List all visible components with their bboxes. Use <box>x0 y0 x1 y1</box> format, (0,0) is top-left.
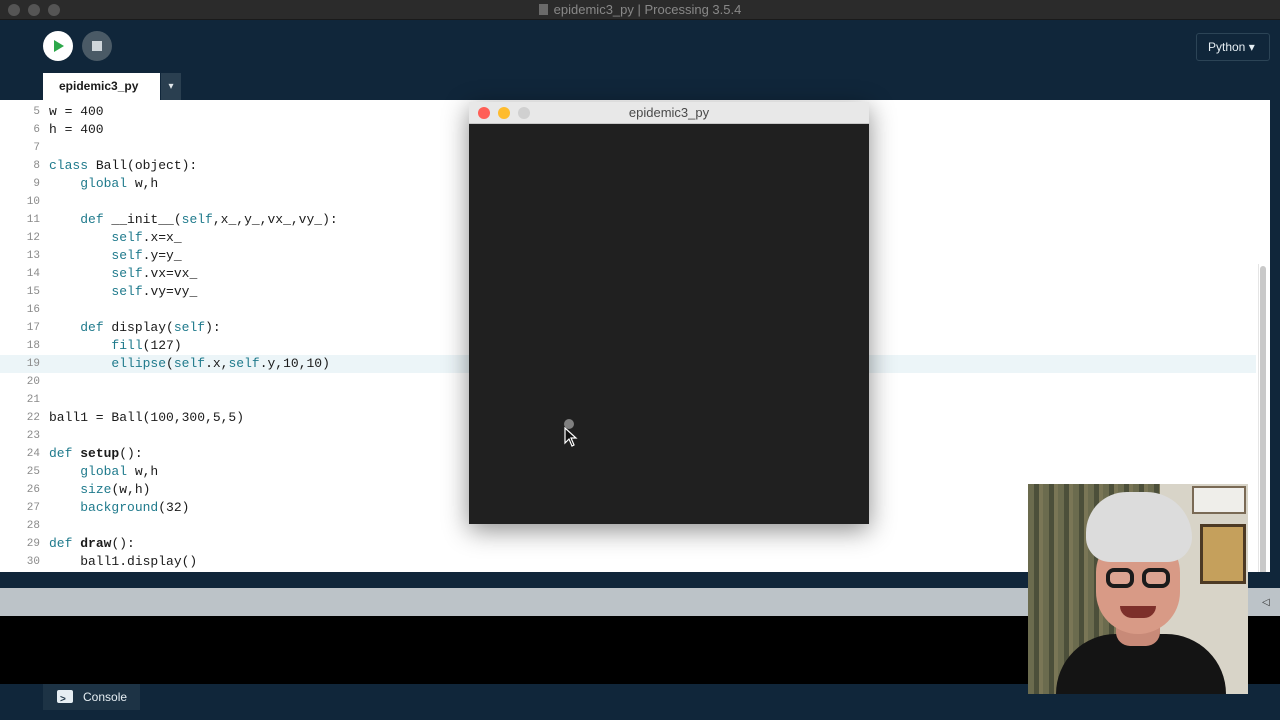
line-code: ball1 = Ball(100,300,5,5) <box>49 410 245 425</box>
line-code: ball1.display() <box>49 554 198 569</box>
line-code: global w,h <box>80 464 159 479</box>
sketch-window-title: epidemic3_py <box>628 105 710 120</box>
webcam-painting <box>1200 524 1246 584</box>
line-code: self.vx=vx_ <box>111 266 198 281</box>
line-number: 12 <box>26 232 40 244</box>
line-code: fill(127) <box>111 338 182 353</box>
line-number: 16 <box>26 304 40 316</box>
line-number: 5 <box>33 106 40 118</box>
line-code: def display(self): <box>80 320 221 335</box>
terminal-icon <box>57 687 73 713</box>
line-number: 19 <box>26 358 40 370</box>
line-code: def __init__(self,x_,y_,vx_,vy_): <box>80 212 338 227</box>
sketch-close-icon[interactable] <box>478 107 490 119</box>
line-number: 8 <box>33 160 40 172</box>
line-code: self.x=x_ <box>111 230 182 245</box>
document-icon <box>538 4 548 15</box>
line-code: def setup(): <box>49 446 143 461</box>
mode-selector[interactable]: Python ▾ <box>1196 33 1270 61</box>
line-number: 13 <box>26 250 40 262</box>
line-code: def draw(): <box>49 536 135 551</box>
processing-ide: epidemic3_py | Processing 3.5.4 Python ▾… <box>0 0 1280 720</box>
line-number: 15 <box>26 286 40 298</box>
editor-scrollbar[interactable] <box>1258 264 1266 572</box>
line-code: h = 400 <box>49 122 104 137</box>
run-button[interactable] <box>43 31 73 61</box>
window-title-text: epidemic3_py | Processing 3.5.4 <box>553 2 742 17</box>
webcam-overlay <box>1028 484 1248 694</box>
console-tab-label: Console <box>83 690 128 704</box>
line-number: 20 <box>26 376 40 388</box>
line-number: 28 <box>26 520 40 532</box>
line-code: class Ball(object): <box>49 158 198 173</box>
play-icon <box>54 40 64 52</box>
line-number: 29 <box>26 538 40 550</box>
line-code: w = 400 <box>49 104 104 119</box>
line-number: 23 <box>26 430 40 442</box>
sketch-canvas[interactable] <box>469 124 869 524</box>
window-titlebar: epidemic3_py | Processing 3.5.4 <box>0 0 1280 20</box>
sketch-window-titlebar: epidemic3_py <box>469 102 869 124</box>
line-number: 9 <box>33 178 40 190</box>
line-code: global w,h <box>80 176 159 191</box>
webcam-picture-frame <box>1192 486 1246 514</box>
line-code: self.y=y_ <box>111 248 182 263</box>
chevron-down-icon: ▾ <box>168 81 174 92</box>
line-number: 18 <box>26 340 40 352</box>
toolbar: Python ▾ <box>0 20 1280 72</box>
line-code: size(w,h) <box>80 482 151 497</box>
window-title: epidemic3_py | Processing 3.5.4 <box>0 2 1280 17</box>
line-number: 11 <box>26 214 40 226</box>
editor-scrollbar-thumb[interactable] <box>1260 266 1266 572</box>
sketch-zoom-icon <box>518 107 530 119</box>
line-number: 14 <box>26 268 40 280</box>
mouse-cursor-icon <box>564 427 578 447</box>
line-number: 21 <box>26 394 40 406</box>
line-number: 26 <box>26 484 40 496</box>
line-number: 30 <box>26 556 40 568</box>
presenter-glasses <box>1106 568 1174 590</box>
presenter-hair <box>1086 492 1192 562</box>
tab-label: epidemic3_py <box>59 79 139 93</box>
line-number: 17 <box>26 322 40 334</box>
sketch-minimize-icon[interactable] <box>498 107 510 119</box>
line-number: 25 <box>26 466 40 478</box>
line-code: ellipse(self.x,self.y,10,10) <box>111 356 330 371</box>
line-number: 7 <box>33 142 40 154</box>
tab-epidemic3_py[interactable]: epidemic3_py <box>43 73 160 100</box>
sketch-window: epidemic3_py <box>469 102 869 524</box>
line-code: background(32) <box>80 500 190 515</box>
mode-selector-label: Python ▾ <box>1208 40 1255 54</box>
tab-menu-button[interactable]: ▾ <box>161 73 181 100</box>
line-number: 24 <box>26 448 40 460</box>
line-number: 22 <box>26 412 40 424</box>
line-number: 6 <box>33 124 40 136</box>
line-number: 27 <box>26 502 40 514</box>
collapse-console-icon[interactable]: ◁ <box>1262 597 1270 608</box>
line-code: self.vy=vy_ <box>111 284 198 299</box>
stop-icon <box>92 41 102 51</box>
stop-button[interactable] <box>82 31 112 61</box>
line-number: 10 <box>26 196 40 208</box>
console-tab[interactable]: Console <box>43 684 140 713</box>
